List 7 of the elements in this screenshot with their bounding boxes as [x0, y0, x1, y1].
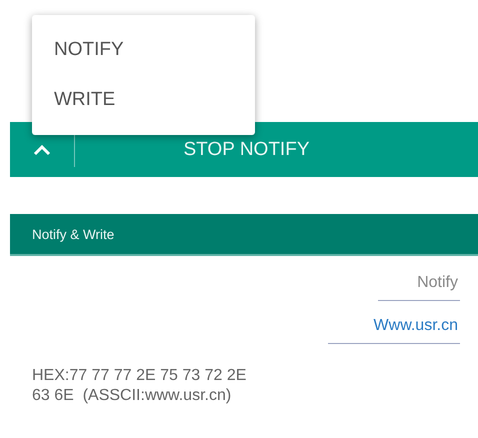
chevron-up-icon — [33, 144, 51, 156]
input-field[interactable]: Www.usr.cn — [328, 313, 460, 344]
output-text: HEX:77 77 77 2E 75 73 72 2E 63 6E (ASSCII:www.usr.cn) — [32, 366, 248, 406]
section-title: Notify & Write — [32, 226, 114, 242]
menu-item[interactable]: WRITE — [32, 80, 255, 120]
menu-item[interactable]: NOTIFY — [32, 30, 255, 70]
input-field[interactable]: Notify — [378, 270, 460, 301]
